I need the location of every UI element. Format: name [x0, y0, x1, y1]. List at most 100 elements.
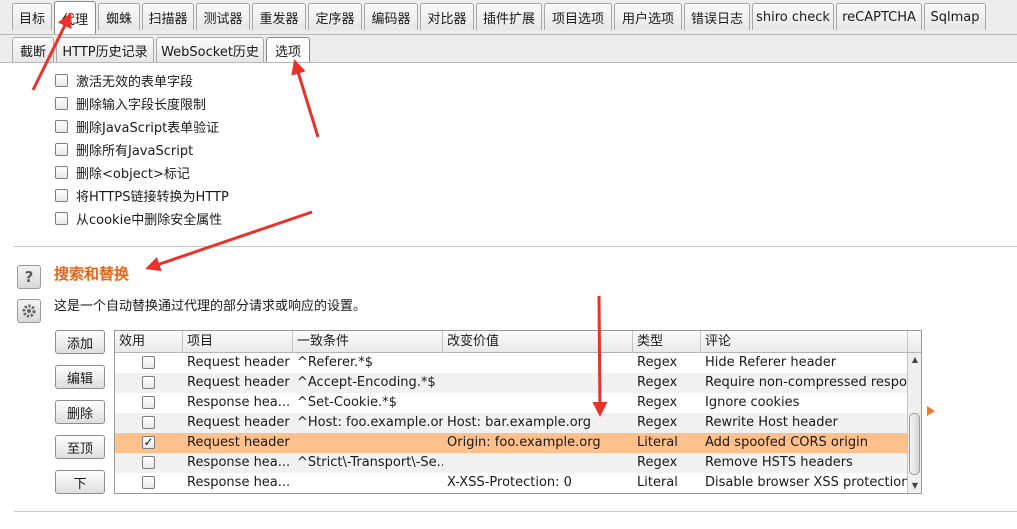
- cell-match: ^Accept-Encoding.*$: [297, 375, 436, 390]
- arrow-to-options-subtab: [291, 59, 320, 138]
- scrollbar-thumb[interactable]: [909, 413, 920, 475]
- tab-decoder[interactable]: 编码器: [364, 3, 418, 30]
- cell-type: Regex: [637, 375, 678, 390]
- cell-match: ^Referer.*$: [297, 355, 374, 370]
- table-row[interactable]: Response hea... ^Set-Cookie.*$ Regex Ignore…: [115, 393, 907, 413]
- remove-button[interactable]: 删除: [55, 400, 105, 424]
- row-enabled-checkbox[interactable]: [142, 416, 155, 429]
- tab-project-options[interactable]: 项目选项: [544, 3, 612, 30]
- checkbox[interactable]: [55, 73, 68, 87]
- cell-comment: Rewrite Host header: [705, 415, 838, 430]
- cell-comment: Add spoofed CORS origin: [705, 435, 868, 450]
- help-icon[interactable]: ?: [17, 265, 41, 289]
- row-enabled-checkbox[interactable]: [142, 396, 155, 409]
- scroll-up-icon[interactable]: ▲: [908, 353, 921, 367]
- checkbox-row[interactable]: 删除<object>标记: [55, 162, 190, 182]
- cell-item: Request header: [187, 435, 290, 450]
- checkbox[interactable]: [55, 142, 68, 156]
- row-enabled-checkbox[interactable]: [142, 456, 155, 469]
- column-header-replace[interactable]: 改变价值: [443, 331, 633, 353]
- cell-comment: Disable browser XSS protection: [705, 475, 907, 490]
- checkbox-label: 删除输入字段长度限制: [76, 97, 207, 113]
- main-tab-bar: 目标 代理 蜘蛛 扫描器 测试器 重发器 定序器 编码器 对比器 插件扩展 项目…: [0, 0, 1017, 34]
- cell-type: Regex: [637, 395, 678, 410]
- tab-recaptcha[interactable]: reCAPTCHA: [836, 3, 922, 30]
- table-row[interactable]: Request header ^Accept-Encoding.*$ Regex Re…: [115, 373, 907, 393]
- checkbox-row[interactable]: 激活无效的表单字段: [55, 70, 193, 90]
- row-enabled-checkbox[interactable]: ✓: [142, 436, 155, 449]
- tab-shiro-check[interactable]: shiro check: [752, 3, 834, 30]
- cell-item: Response hea...: [187, 395, 291, 410]
- cell-item: Request header: [187, 375, 290, 390]
- table-header: 效用 项目 一致条件 改变价值 类型 评论: [115, 331, 907, 353]
- cell-match: ^Host: foo.example.org$: [297, 415, 443, 430]
- cell-replace: [443, 393, 633, 413]
- move-top-button[interactable]: 至顶: [55, 435, 105, 459]
- checkbox[interactable]: [55, 96, 68, 110]
- subtab-http-history[interactable]: HTTP历史记录: [56, 37, 154, 62]
- tab-comparer[interactable]: 对比器: [420, 3, 474, 30]
- row-enabled-checkbox[interactable]: [142, 356, 155, 369]
- checkbox[interactable]: [55, 211, 68, 225]
- checkbox-row[interactable]: 删除所有JavaScript: [55, 139, 193, 159]
- cell-item: Request header: [187, 415, 290, 430]
- cell-match: [293, 433, 443, 453]
- checkbox-label: 删除JavaScript表单验证: [76, 120, 220, 136]
- edit-button[interactable]: 编辑: [55, 365, 105, 389]
- match-replace-table: 效用 项目 一致条件 改变价值 类型 评论 Request header ^Ref…: [114, 330, 922, 494]
- checkbox-row[interactable]: 将HTTPS链接转换为HTTP: [55, 185, 229, 205]
- column-header-item[interactable]: 项目: [183, 331, 293, 353]
- cell-type: Literal: [637, 475, 678, 490]
- add-button[interactable]: 添加: [55, 330, 105, 354]
- cell-comment: Ignore cookies: [705, 395, 800, 410]
- column-header-comment[interactable]: 评论: [701, 331, 907, 353]
- subtab-websocket-history[interactable]: WebSocket历史: [156, 37, 264, 62]
- cell-item: Response hea...: [187, 455, 291, 470]
- checkbox-label: 删除所有JavaScript: [76, 143, 194, 159]
- column-header-match[interactable]: 一致条件: [293, 331, 443, 353]
- column-header-type[interactable]: 类型: [633, 331, 701, 353]
- tab-proxy[interactable]: 代理: [54, 1, 96, 34]
- tab-error-log[interactable]: 错误日志: [684, 3, 750, 30]
- tab-intruder[interactable]: 测试器: [196, 3, 250, 30]
- checkbox-row[interactable]: 删除JavaScript表单验证: [55, 116, 219, 136]
- cell-replace: [443, 353, 633, 373]
- row-enabled-checkbox[interactable]: [142, 376, 155, 389]
- checkbox-label: 删除<object>标记: [76, 166, 190, 182]
- table-row[interactable]: Response hea... X-XSS-Protection: 0 Litera…: [115, 473, 907, 493]
- cell-replace: Origin: foo.example.org: [447, 435, 601, 450]
- table-row[interactable]: Request header ^Referer.*$ Regex Hide Refer…: [115, 353, 907, 373]
- checkbox[interactable]: [55, 188, 68, 202]
- gear-icon[interactable]: [17, 299, 41, 323]
- vertical-scrollbar[interactable]: ▲ ▼: [907, 353, 921, 493]
- section-title: 搜索和替换: [54, 265, 130, 283]
- cell-replace: [443, 453, 633, 473]
- tab-target[interactable]: 目标: [12, 3, 52, 30]
- tab-spider[interactable]: 蜘蛛: [98, 3, 140, 30]
- section-divider: [14, 246, 1017, 247]
- checkbox[interactable]: [55, 119, 68, 133]
- cell-replace: X-XSS-Protection: 0: [447, 475, 572, 490]
- cell-comment: Hide Referer header: [705, 355, 837, 370]
- scroll-down-icon[interactable]: ▼: [908, 479, 921, 493]
- checkbox-row[interactable]: 删除输入字段长度限制: [55, 93, 206, 113]
- row-enabled-checkbox[interactable]: [142, 476, 155, 489]
- subtab-intercept[interactable]: 截断: [12, 37, 54, 62]
- tab-sequencer[interactable]: 定序器: [308, 3, 362, 30]
- tab-scanner[interactable]: 扫描器: [142, 3, 194, 30]
- tab-sqlmap[interactable]: Sqlmap: [924, 3, 986, 30]
- checkbox[interactable]: [55, 165, 68, 179]
- tab-user-options[interactable]: 用户选项: [614, 3, 682, 30]
- checkbox-row[interactable]: 从cookie中删除安全属性: [55, 208, 222, 228]
- column-header-enabled[interactable]: 效用: [115, 331, 183, 353]
- move-down-button[interactable]: 下: [55, 470, 105, 494]
- tab-repeater[interactable]: 重发器: [252, 3, 306, 30]
- subtab-options[interactable]: 选项: [266, 37, 310, 62]
- cell-match: [293, 473, 443, 493]
- table-row[interactable]: Request header ^Host: foo.example.org$ Hos…: [115, 413, 907, 433]
- tab-extender[interactable]: 插件扩展: [476, 3, 542, 30]
- table-row[interactable]: ✓ Request header Origin: foo.example.org Li…: [115, 433, 907, 453]
- expand-arrow-icon[interactable]: [927, 406, 935, 416]
- table-row[interactable]: Response hea... ^Strict\-Transport\-Se...…: [115, 453, 907, 473]
- section-divider: [14, 511, 1017, 512]
